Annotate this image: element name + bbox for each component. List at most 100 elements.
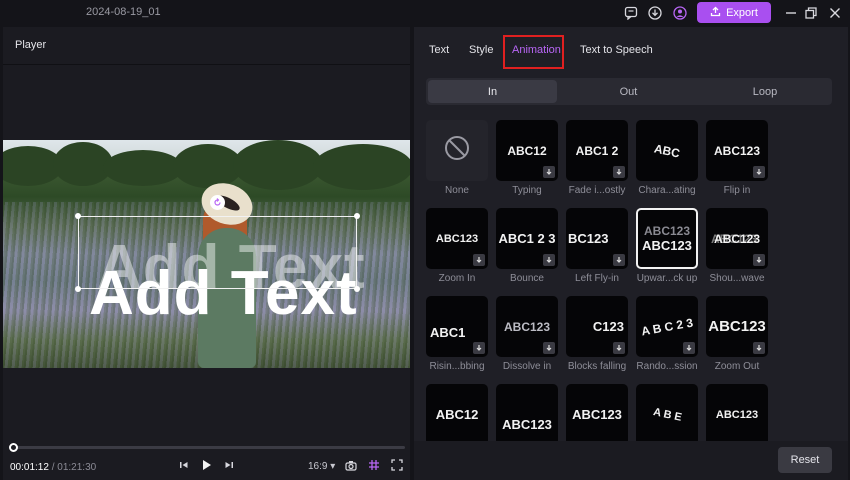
animation-thumb[interactable] xyxy=(426,120,488,181)
download-arrow-icon[interactable] xyxy=(683,342,695,354)
video-preview[interactable]: Add Text Add Text xyxy=(3,140,410,368)
aspect-ratio-select[interactable]: 16:9 ▾ xyxy=(308,461,335,472)
grid-icon[interactable] xyxy=(367,458,381,472)
timeline-track[interactable] xyxy=(10,446,405,449)
restore-icon[interactable] xyxy=(802,4,820,22)
animation-thumb[interactable]: BC123 xyxy=(566,208,628,269)
animation-item-dissolve-in[interactable]: ABC123 Dissolve in xyxy=(496,296,558,372)
account-icon[interactable] xyxy=(671,4,689,22)
resize-handle-tr[interactable] xyxy=(354,213,360,219)
minimize-icon[interactable] xyxy=(782,4,800,22)
animation-thumb[interactable]: ABC1 xyxy=(426,296,488,357)
thumb-text: ABC1 2 xyxy=(575,143,619,158)
download-icon[interactable] xyxy=(646,4,664,22)
animation-item-row4-5[interactable]: ABC123 xyxy=(706,384,768,442)
animation-label: Dissolve in xyxy=(502,361,552,372)
tab-text[interactable]: Text xyxy=(429,44,449,56)
download-arrow-icon[interactable] xyxy=(753,254,765,266)
export-button[interactable]: Export xyxy=(697,2,771,23)
animation-item-zoom-in[interactable]: ABC123 Zoom In xyxy=(426,208,488,284)
animation-label: Flip in xyxy=(723,185,751,196)
project-name: 2024-08-19_01 xyxy=(86,6,161,18)
animation-item-blocks-falling[interactable]: C123 Blocks falling xyxy=(566,296,628,372)
thumb-text: ABC123 xyxy=(572,407,622,422)
animation-item-row4-2[interactable]: ABC123 xyxy=(496,384,558,442)
animation-label: Chara...ating xyxy=(638,185,696,196)
text-selection-box[interactable] xyxy=(78,216,357,289)
thumb-text: ABC123 xyxy=(713,231,761,246)
reset-button[interactable]: Reset xyxy=(778,447,832,473)
animation-item-row4-4[interactable]: A B E xyxy=(636,384,698,442)
resize-handle-bl[interactable] xyxy=(75,286,81,292)
download-arrow-icon[interactable] xyxy=(543,342,555,354)
thumb-text: ABC123 xyxy=(713,143,761,158)
tab-style[interactable]: Style xyxy=(469,44,493,56)
play-icon[interactable] xyxy=(200,458,212,472)
download-arrow-icon[interactable] xyxy=(753,166,765,178)
timeline-scrubber[interactable] xyxy=(9,443,18,452)
prev-frame-icon[interactable] xyxy=(178,458,190,472)
thumb-text: ABC123 xyxy=(642,238,692,253)
animation-thumb[interactable]: ABC123 xyxy=(706,384,768,442)
animation-thumb[interactable]: ABC12 xyxy=(496,120,558,181)
tab-text-to-speech[interactable]: Text to Speech xyxy=(580,44,653,56)
animation-thumb[interactable]: ABC xyxy=(636,120,698,181)
animation-thumb[interactable]: ABC1 2 3 xyxy=(496,208,558,269)
animation-label: Fade i...ostly xyxy=(568,185,626,196)
animation-item-row4-1[interactable]: ABC12 xyxy=(426,384,488,442)
animation-item-shock-wave[interactable]: ABC123 Shou...wave xyxy=(706,208,768,284)
download-arrow-icon[interactable] xyxy=(543,166,555,178)
segment-loop[interactable]: Loop xyxy=(700,80,830,103)
download-arrow-icon[interactable] xyxy=(543,254,555,266)
animation-thumb[interactable]: A B E xyxy=(636,384,698,442)
download-arrow-icon[interactable] xyxy=(753,342,765,354)
animation-item-upward-stack-up[interactable]: ABC123 ABC123 Upwar...ck up xyxy=(636,208,698,284)
animation-item-bounce[interactable]: ABC1 2 3 Bounce xyxy=(496,208,558,284)
animation-item-typing[interactable]: ABC12 Typing xyxy=(496,120,558,196)
upload-icon xyxy=(710,6,721,20)
camera-icon[interactable] xyxy=(344,458,358,472)
message-icon[interactable] xyxy=(622,4,640,22)
time-display: 00:01:12 / 01:21:30 xyxy=(10,462,96,473)
animation-label: Bounce xyxy=(510,273,544,284)
download-arrow-icon[interactable] xyxy=(473,342,485,354)
animation-item-zoom-out[interactable]: ABC123 Zoom Out xyxy=(706,296,768,372)
animation-item-none[interactable]: None xyxy=(426,120,488,196)
download-arrow-icon[interactable] xyxy=(613,342,625,354)
resize-handle-tl[interactable] xyxy=(75,213,81,219)
animation-item-flip-in[interactable]: ABC123 Flip in xyxy=(706,120,768,196)
animation-type-segmented: In Out Loop xyxy=(426,78,832,105)
next-frame-icon[interactable] xyxy=(223,458,235,472)
animation-thumb[interactable]: ABC123 xyxy=(706,208,768,269)
segment-in[interactable]: In xyxy=(428,80,557,103)
animation-thumb[interactable]: ABC12 xyxy=(426,384,488,442)
animation-thumb[interactable]: A B C 2 3 xyxy=(636,296,698,357)
animation-thumb[interactable]: ABC123 xyxy=(706,296,768,357)
panel-footer: Reset xyxy=(414,441,848,480)
segment-out[interactable]: Out xyxy=(563,80,694,103)
close-icon[interactable] xyxy=(826,4,844,22)
animation-item-random-succession[interactable]: A B C 2 3 Rando...ssion xyxy=(636,296,698,372)
animation-item-rising-bobbing[interactable]: ABC1 Risin...bbing xyxy=(426,296,488,372)
download-arrow-icon[interactable] xyxy=(613,166,625,178)
animation-item-fade-in[interactable]: ABC1 2 Fade i...ostly xyxy=(566,120,628,196)
resize-handle-br[interactable] xyxy=(354,286,360,292)
animation-item-left-fly-in[interactable]: BC123 Left Fly-in xyxy=(566,208,628,284)
animation-thumb[interactable]: ABC1 2 xyxy=(566,120,628,181)
download-arrow-icon[interactable] xyxy=(473,254,485,266)
animation-thumb[interactable]: ABC123 xyxy=(566,384,628,442)
animation-thumb[interactable]: ABC123 xyxy=(496,384,558,442)
animation-thumb[interactable]: C123 xyxy=(566,296,628,357)
animation-label: Rando...ssion xyxy=(636,361,698,372)
animation-thumb[interactable]: ABC123 xyxy=(496,296,558,357)
rotate-icon[interactable] xyxy=(210,195,225,210)
thumb-text: ABC123 xyxy=(715,408,759,421)
animation-thumb[interactable]: ABC123 xyxy=(426,208,488,269)
animation-item-character-rotating[interactable]: ABC Chara...ating xyxy=(636,120,698,196)
download-arrow-icon[interactable] xyxy=(613,254,625,266)
animation-thumb[interactable]: ABC123 xyxy=(706,120,768,181)
fullscreen-icon[interactable] xyxy=(390,458,404,472)
tab-highlight-box xyxy=(503,35,564,69)
animation-thumb[interactable]: ABC123 ABC123 xyxy=(636,208,698,269)
animation-item-row4-3[interactable]: ABC123 xyxy=(566,384,628,442)
